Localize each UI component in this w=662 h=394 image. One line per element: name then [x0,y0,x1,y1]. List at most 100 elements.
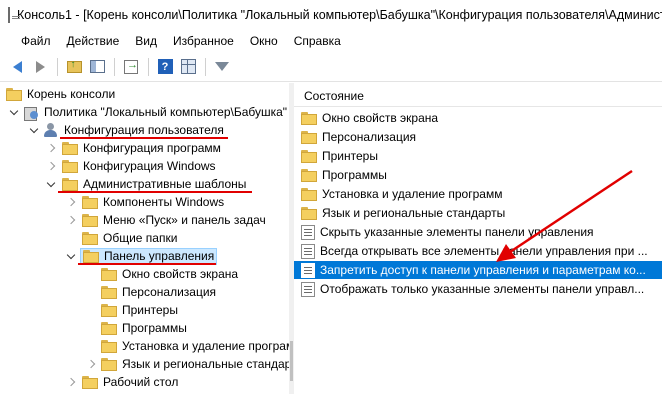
tree-item-personalization[interactable]: Персонализация [101,283,216,301]
list-item-label: Персонализация [322,130,417,144]
tree-item-desktop[interactable]: Рабочий стол [82,373,178,391]
folder-up-icon [66,59,82,73]
tree-item-regional-settings[interactable]: Язык и региональные стандарт [101,355,293,373]
menu-help[interactable]: Справка [294,34,341,48]
tree-item-label: Конфигурация пользователя [64,123,224,137]
tree-item-policy[interactable]: Политика "Локальный компьютер\Бабушка" [23,103,287,121]
computer-policy-icon [23,105,39,121]
export-list-button[interactable] [120,56,142,78]
list-item-label: Установка и удаление программ [322,187,503,201]
chevron-right-icon[interactable] [45,139,57,157]
list-item-folder[interactable]: Язык и региональные стандарты [294,204,662,222]
policy-setting-icon [301,224,315,240]
tree-item-windows-components[interactable]: Компоненты Windows [82,193,224,211]
tree-item-root[interactable]: Корень консоли [6,85,115,103]
folder-icon [101,339,117,353]
tree-item-printers[interactable]: Принтеры [101,301,178,319]
export-icon [124,59,138,74]
list-item-setting[interactable]: Отображать только указанные элементы пан… [294,280,662,298]
chevron-right-icon[interactable] [65,373,77,391]
tree-item-label: Установка и удаление програм [122,339,293,353]
chevron-down-icon[interactable] [65,247,77,265]
menu-action[interactable]: Действие [67,34,120,48]
selected-tree-node: Панель управления [80,247,218,265]
chevron-down-icon[interactable] [45,175,57,193]
chevron-right-icon[interactable] [45,157,57,175]
list-item-folder[interactable]: Принтеры [294,147,662,165]
chevron-right-icon[interactable] [65,211,77,229]
folder-icon [82,375,98,389]
tree-item-add-remove-programs[interactable]: Установка и удаление програм [101,337,293,355]
menu-file[interactable]: Файл [21,34,51,48]
tree-item-start-menu[interactable]: Меню «Пуск» и панель задач [82,211,266,229]
annotation-underline [60,137,228,139]
console-tree[interactable]: Корень консоли Политика "Локальный компь… [0,83,293,394]
tree-item-label: Язык и региональные стандарт [122,357,293,371]
list-item-folder[interactable]: Установка и удаление программ [294,185,662,203]
scrollbar-thumb[interactable] [290,341,293,381]
folder-icon [82,231,98,245]
list-item-label: Язык и региональные стандарты [322,206,506,220]
folder-icon [101,285,117,299]
tree-item-label: Меню «Пуск» и панель задач [103,213,266,227]
folder-icon [62,141,78,155]
tree-item-programs[interactable]: Программы [101,319,187,337]
column-header-state[interactable]: Состояние [304,89,364,103]
folder-icon [101,267,117,281]
tree-item-label: Конфигурация Windows [83,159,216,173]
folder-icon [301,111,317,125]
list-item-setting[interactable]: Всегда открывать все элементы панели упр… [294,242,662,260]
annotation-underline [78,263,216,265]
tree-item-label: Административные шаблоны [83,177,247,191]
tree-item-shared-folders[interactable]: Общие папки [82,229,177,247]
list-item-label: Всегда открывать все элементы панели упр… [320,244,648,258]
policy-setting-icon [301,281,315,297]
list-item-label: Программы [322,168,387,182]
folder-icon [301,187,317,201]
tree-item-label: Программы [122,321,187,335]
tree-item-label: Политика "Локальный компьютер\Бабушка" [44,105,288,119]
list-item-folder[interactable]: Программы [294,166,662,184]
menu-view[interactable]: Вид [135,34,157,48]
back-button[interactable] [6,56,28,78]
filter-button[interactable] [211,56,233,78]
details-pane[interactable]: Состояние Окно свойств экрана Персонализ… [294,83,662,394]
menu-bar: Файл Действие Вид Избранное Окно Справка [0,30,662,52]
list-item-folder[interactable]: Персонализация [294,128,662,146]
toolbar-separator [148,57,149,76]
properties-icon [180,59,196,74]
chevron-down-icon[interactable] [28,121,40,139]
up-one-level-button[interactable] [63,56,85,78]
help-button[interactable]: ? [154,56,176,78]
forward-button[interactable] [29,56,51,78]
user-config-icon [43,122,59,138]
tree-item-windows-config[interactable]: Конфигурация Windows [62,157,216,175]
policy-setting-icon [301,243,315,259]
tree-item-label: Рабочий стол [103,375,179,389]
chevron-right-icon[interactable] [85,355,97,373]
list-item-label: Скрыть указанные элементы панели управле… [320,225,594,239]
tree-item-label: Конфигурация программ [83,141,221,155]
toolbar: ? [0,52,662,82]
chevron-down-icon[interactable] [8,103,20,121]
folder-icon [62,177,78,191]
folder-icon [301,168,317,182]
tree-item-display[interactable]: Окно свойств экрана [101,265,238,283]
menu-window[interactable]: Окно [250,34,278,48]
show-hide-tree-button[interactable] [86,56,108,78]
folder-icon [301,206,317,220]
tree-item-programs-config[interactable]: Конфигурация программ [62,139,221,157]
annotation-underline [58,191,252,193]
list-item-setting[interactable]: Скрыть указанные элементы панели управле… [294,223,662,241]
properties-button[interactable] [177,56,199,78]
mmc-app-icon [8,7,20,23]
list-item-setting-selected[interactable]: Запретить доступ к панели управления и п… [294,261,662,279]
list-item-label: Окно свойств экрана [322,111,439,125]
folder-icon [101,357,117,371]
list-item-folder[interactable]: Окно свойств экрана [294,109,662,127]
tree-item-label: Компоненты Windows [103,195,225,209]
tree-item-label: Персонализация [122,285,217,299]
folder-icon [6,87,22,101]
menu-favorites[interactable]: Избранное [173,34,234,48]
chevron-right-icon[interactable] [65,193,77,211]
